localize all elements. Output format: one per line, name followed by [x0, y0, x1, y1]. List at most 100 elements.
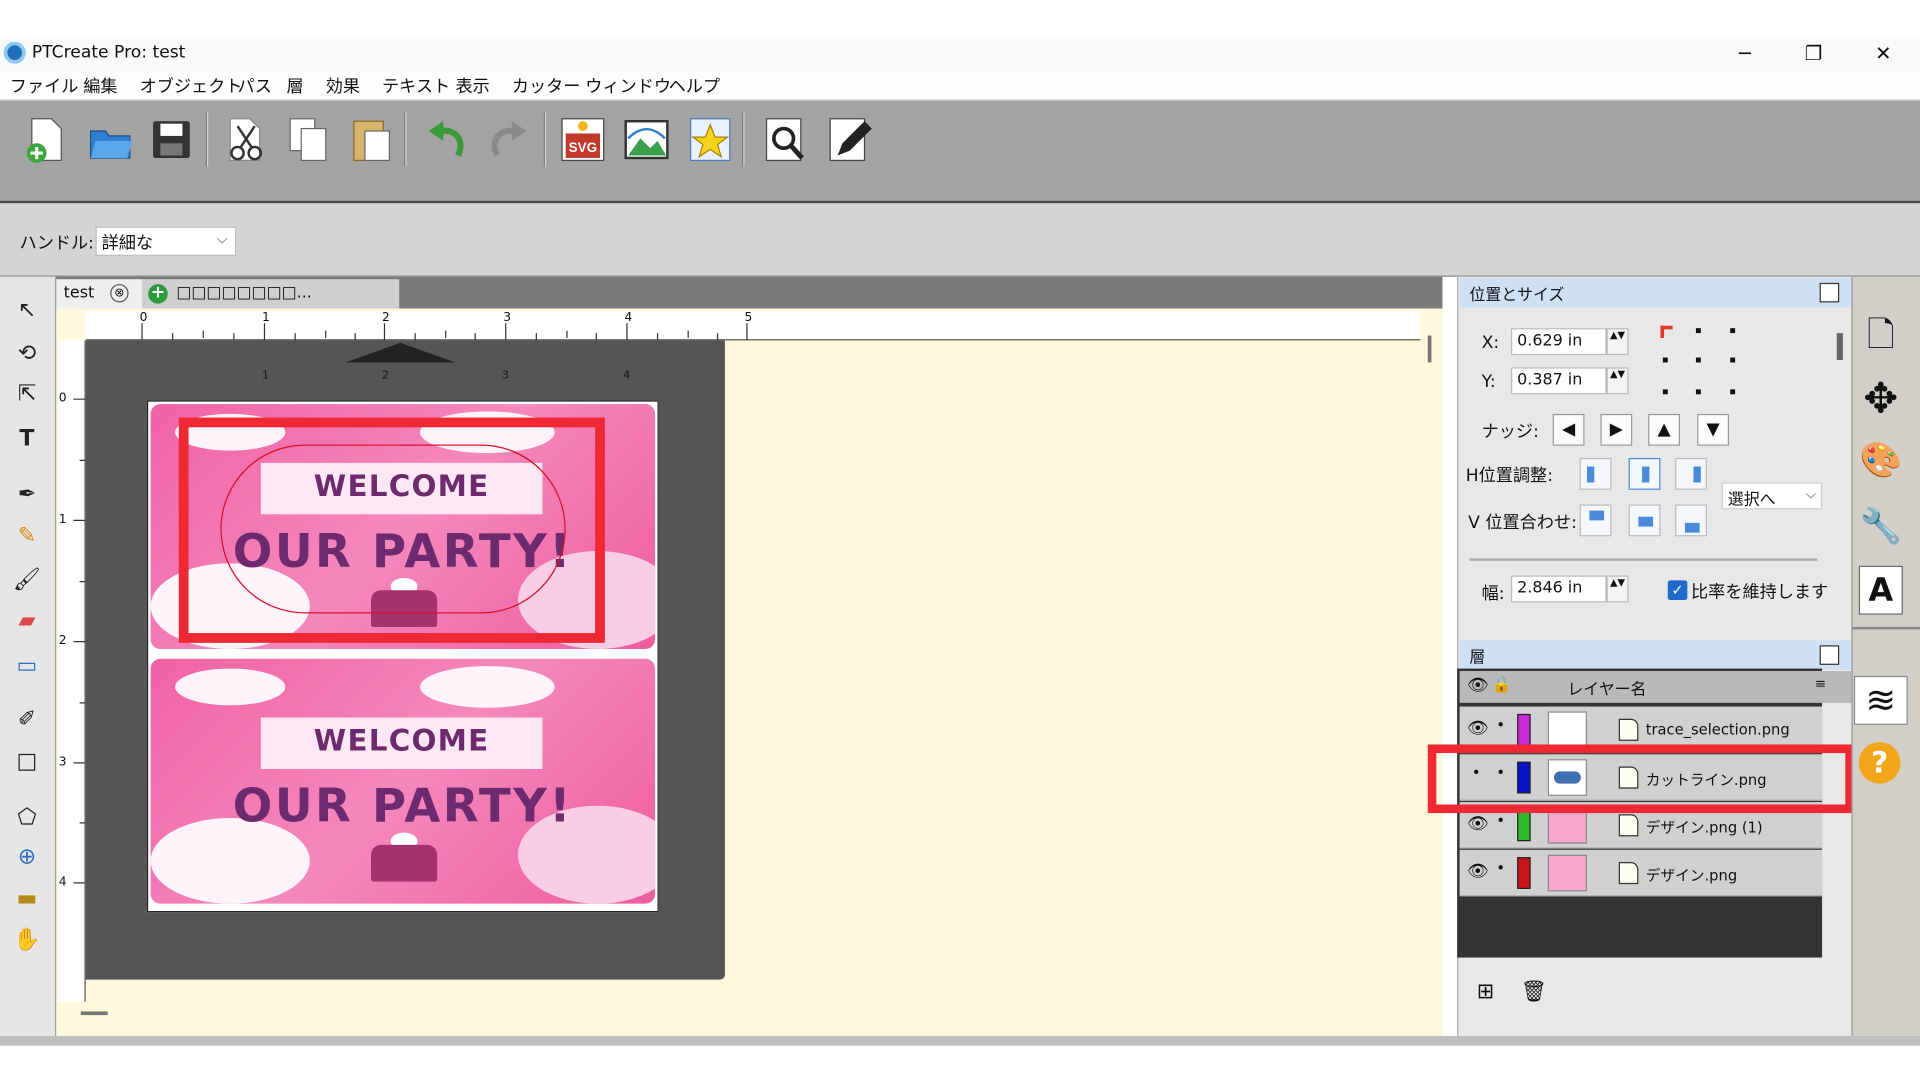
lock-dot-icon[interactable]: •	[1496, 812, 1505, 829]
zoom-tool-icon[interactable]: ⊕	[9, 840, 46, 874]
scrollbar-horizontal[interactable]	[80, 1011, 108, 1016]
x-spinner[interactable]: ▲▼	[1606, 328, 1629, 356]
select-tool-icon[interactable]: ↖	[9, 294, 46, 328]
layers-header: 層	[1459, 640, 1852, 670]
menu-cutter[interactable]: カッター	[512, 73, 581, 97]
import-svg-button[interactable]: SVG	[558, 114, 607, 165]
add-tab-icon[interactable]: +	[148, 283, 168, 304]
panel-scrollbar[interactable]	[1836, 333, 1843, 361]
rectangle-fill-tool-icon[interactable]: ▭	[9, 649, 46, 683]
menu-object[interactable]: オブジェクト	[140, 73, 243, 97]
visibility-eye-icon[interactable]: 👁	[1467, 719, 1489, 739]
align-middle-button[interactable]	[1628, 504, 1661, 537]
edit-pen-button[interactable]	[825, 114, 874, 165]
import-image-button[interactable]	[622, 114, 671, 165]
nudge-up-button[interactable]: ▲	[1648, 413, 1681, 446]
lock-icon[interactable]: 🔒	[1491, 676, 1511, 694]
handle-dropdown[interactable]: 詳細な ⌵	[95, 226, 237, 256]
menu-file[interactable]: ファイル	[10, 73, 79, 97]
lock-dot-icon[interactable]: •	[1496, 716, 1505, 733]
pencil-tool-icon[interactable]: ✎	[9, 519, 46, 553]
layer-color-swatch[interactable]	[1517, 809, 1531, 842]
y-input[interactable]: 0.387 in	[1511, 367, 1607, 395]
menu-path[interactable]: パス	[238, 73, 272, 97]
wrench-icon[interactable]: 🔧	[1856, 502, 1905, 551]
highlight-box	[178, 417, 605, 643]
lock-dot-icon[interactable]: •	[1496, 860, 1505, 877]
align-target-dropdown[interactable]: 選択へ ⌵	[1721, 482, 1823, 510]
brush-tool-icon[interactable]: 🖌	[9, 563, 46, 597]
menu-window[interactable]: ウィンドウ	[585, 73, 671, 97]
panel-float-icon[interactable]	[1819, 282, 1840, 303]
delete-layer-icon[interactable]: 🗑	[1521, 980, 1547, 1004]
nudge-left-button[interactable]: ◀	[1552, 413, 1585, 446]
open-button[interactable]	[86, 114, 135, 165]
anchor-point-grid[interactable]	[1660, 325, 1736, 397]
menu-text[interactable]: テキスト	[382, 73, 450, 97]
restore-button[interactable]: ❐	[1785, 37, 1841, 71]
document-icon[interactable]: 🗋	[1856, 311, 1905, 360]
sidebar-divider	[1851, 626, 1920, 630]
close-tab-icon[interactable]: ⊗	[110, 284, 129, 303]
close-button[interactable]: ✕	[1855, 37, 1911, 71]
move-icon[interactable]: ✥	[1856, 375, 1905, 424]
visibility-eye-icon[interactable]: 👁	[1467, 862, 1489, 882]
menu-view[interactable]: 表示	[456, 73, 490, 97]
eraser-tool-icon[interactable]: ▰	[9, 604, 46, 638]
align-right-button[interactable]	[1675, 457, 1707, 490]
layers-icon[interactable]: ≋	[1853, 675, 1908, 725]
new-document-button[interactable]	[22, 114, 71, 165]
ruler-label: 2	[382, 311, 390, 325]
menu-effect[interactable]: 効果	[326, 73, 360, 97]
align-left-button[interactable]	[1579, 457, 1612, 490]
layer-menu-icon[interactable]: ≡	[1815, 676, 1826, 692]
text-tool-icon[interactable]: T	[9, 422, 46, 456]
align-top-button[interactable]	[1579, 504, 1612, 537]
design-card[interactable]: WELCOME OUR PARTY!	[150, 658, 656, 904]
menu-edit[interactable]: 編集	[83, 73, 117, 97]
menu-help[interactable]: ヘルプ	[669, 73, 720, 97]
layer-color-swatch[interactable]	[1517, 713, 1531, 746]
align-center-button[interactable]	[1628, 457, 1661, 490]
polygon-tool-icon[interactable]: ⬠	[9, 801, 46, 835]
preview-button[interactable]	[762, 114, 811, 165]
tab-test[interactable]: test	[56, 279, 143, 309]
save-button[interactable]	[147, 114, 196, 165]
y-spinner[interactable]: ▲▼	[1606, 367, 1629, 395]
pen-tool-icon[interactable]: ✒	[9, 478, 46, 512]
paste-button[interactable]	[348, 114, 397, 165]
favorite-button[interactable]	[686, 114, 735, 165]
x-input[interactable]: 0.629 in	[1511, 328, 1607, 356]
width-spinner[interactable]: ▲▼	[1606, 575, 1629, 603]
x-label: X:	[1481, 333, 1500, 353]
nudge-down-button[interactable]: ▼	[1697, 413, 1729, 446]
add-layer-icon[interactable]: ⊞	[1477, 980, 1494, 1004]
visibility-eye-icon[interactable]: 👁	[1467, 676, 1489, 696]
ruler-tool-icon[interactable]: ▬	[9, 882, 46, 916]
status-bar	[0, 1035, 1920, 1046]
layer-color-swatch[interactable]	[1517, 857, 1531, 889]
undo-button[interactable]	[421, 114, 470, 165]
hand-tool-icon[interactable]: ✋	[9, 923, 46, 957]
align-bottom-button[interactable]	[1675, 504, 1707, 537]
scrollbar-vertical[interactable]	[1427, 335, 1432, 363]
minimize-button[interactable]: ─	[1717, 37, 1773, 71]
lasso-tool-icon[interactable]: ⟲	[9, 337, 46, 371]
layer-row[interactable]: 👁 • デザイン.png	[1459, 849, 1823, 897]
panel-float-icon[interactable]	[1819, 645, 1840, 665]
keep-ratio-checkbox[interactable]: ✓	[1667, 580, 1688, 601]
copy-button[interactable]	[284, 114, 333, 165]
rectangle-tool-icon[interactable]: □	[9, 744, 46, 778]
nudge-right-button[interactable]: ▶	[1600, 413, 1633, 446]
eyedropper-tool-icon[interactable]: ✐	[9, 703, 46, 737]
redo-button[interactable]	[485, 114, 534, 165]
font-size-icon[interactable]: A	[1858, 565, 1903, 615]
node-select-tool-icon[interactable]: ⇱	[9, 377, 46, 411]
help-icon[interactable]: ?	[1858, 742, 1901, 784]
palette-icon[interactable]: 🎨	[1856, 436, 1905, 485]
cut-button[interactable]	[220, 114, 269, 165]
visibility-eye-icon[interactable]: 👁	[1467, 814, 1489, 834]
tab-new[interactable]: □□□□□□□□...	[142, 279, 400, 309]
menu-layer[interactable]: 層	[287, 73, 304, 97]
width-input[interactable]: 2.846 in	[1511, 575, 1607, 603]
